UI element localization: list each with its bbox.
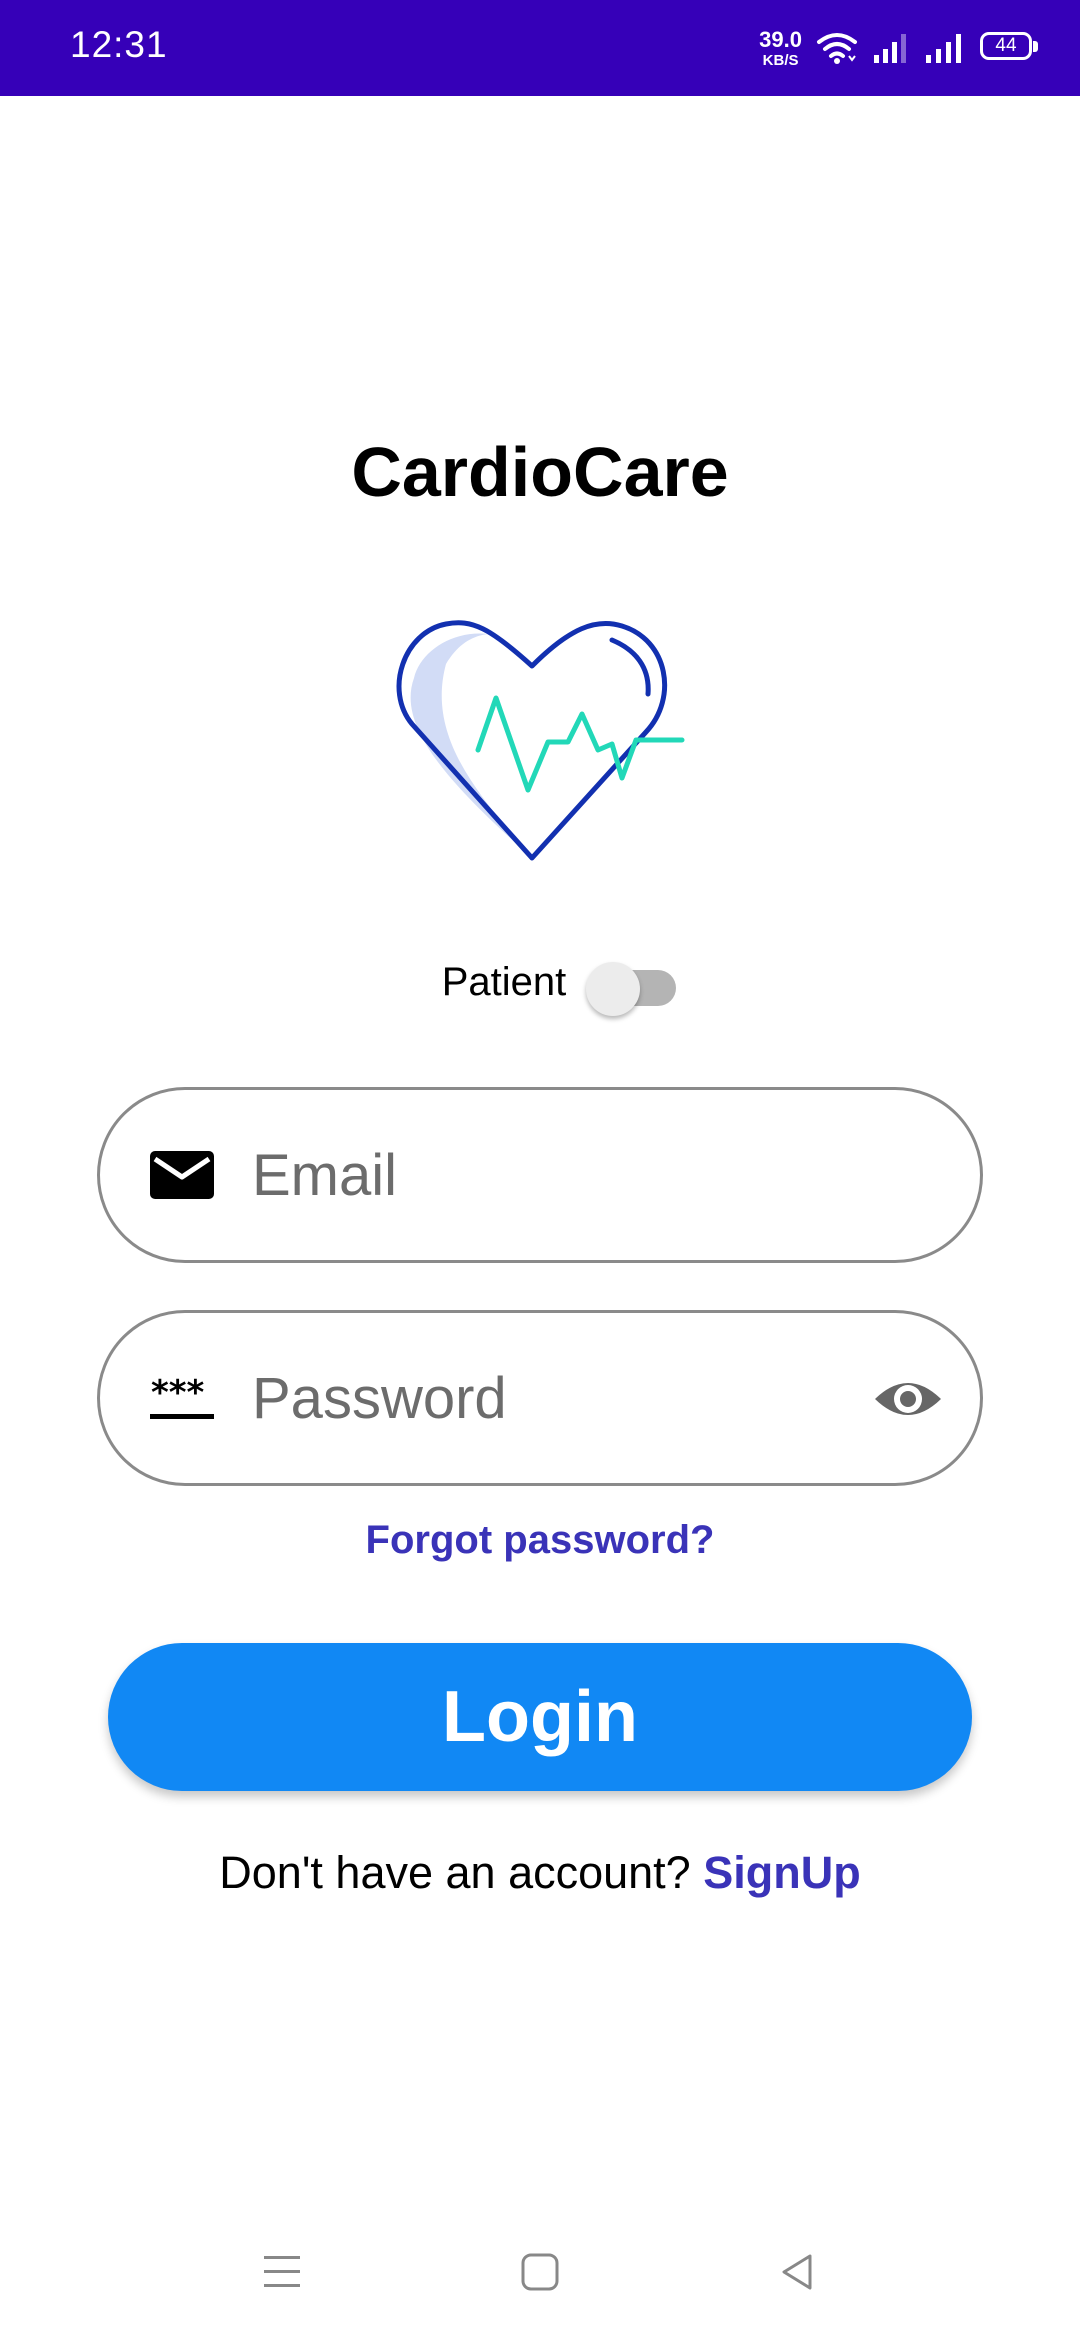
status-bar: 12:31 39.0 KB/S 44: [0, 0, 1080, 96]
switch-thumb: [586, 962, 641, 1016]
role-toggle-switch[interactable]: [580, 952, 680, 1016]
signal-icon: [874, 34, 906, 63]
password-field[interactable]: ***: [97, 1310, 983, 1486]
svg-text:***: ***: [151, 1373, 205, 1413]
password-dots-icon: ***: [150, 1373, 214, 1419]
email-field[interactable]: [97, 1087, 983, 1263]
network-speed: 39.0 KB/S: [759, 26, 802, 69]
app-title: CardioCare: [351, 433, 729, 511]
network-speed-value: 39.0: [759, 26, 802, 52]
role-toggle-label: Patient: [441, 959, 567, 1004]
network-speed-unit: KB/S: [762, 51, 799, 69]
status-time: 12:31: [70, 24, 168, 65]
signup-link[interactable]: SignUp: [703, 1847, 860, 1898]
role-toggle-row: Patient: [0, 952, 1080, 1016]
password-input[interactable]: [252, 1343, 812, 1453]
login-button[interactable]: Login: [108, 1643, 972, 1791]
heart-pulse-icon: [396, 620, 685, 861]
wifi-icon: [817, 33, 857, 64]
signal-icon: [926, 34, 961, 63]
signup-row: Don't have an account? SignUp: [0, 1847, 1080, 1899]
battery-level: 44: [995, 35, 1017, 56]
forgot-password-link[interactable]: Forgot password?: [0, 1518, 1080, 1563]
back-icon[interactable]: [774, 2250, 822, 2294]
status-icons: 39.0 KB/S 44: [759, 22, 1040, 74]
envelope-icon: [150, 1151, 214, 1199]
signup-prompt: Don't have an account?: [219, 1847, 704, 1898]
battery-icon: 44: [980, 32, 1040, 64]
system-nav-bar: [0, 2230, 1080, 2310]
eye-icon[interactable]: [872, 1367, 944, 1431]
menu-icon[interactable]: [258, 2250, 306, 2294]
email-input[interactable]: [252, 1120, 812, 1230]
home-icon[interactable]: [516, 2250, 564, 2294]
